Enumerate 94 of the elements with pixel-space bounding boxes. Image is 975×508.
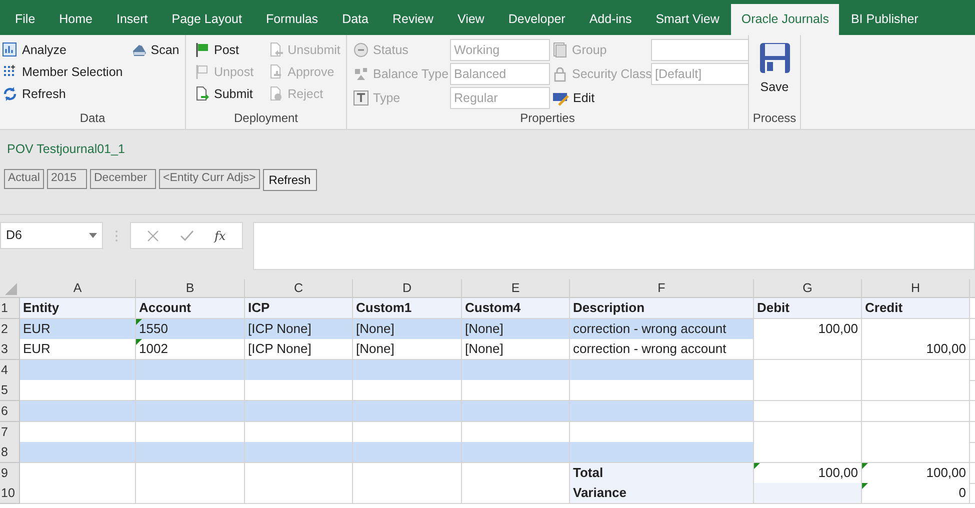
insert-function-button[interactable]: fx xyxy=(214,226,226,244)
table-cell: EUR xyxy=(20,339,136,360)
row-header[interactable]: 5 xyxy=(0,380,20,402)
minus-circle-icon xyxy=(353,42,369,58)
table-cell: 100,00 xyxy=(862,462,970,484)
pov-member-field[interactable]: <Entity Curr Adjs> xyxy=(159,169,260,189)
ribbon-tab[interactable]: BI Publisher xyxy=(840,4,928,35)
vertical-dots-icon xyxy=(115,230,118,242)
row-header[interactable]: 7 xyxy=(0,422,20,443)
table-cell: 100,00 xyxy=(862,339,970,360)
table-cell: [ICP None] xyxy=(245,318,353,340)
group-label: Data xyxy=(78,110,106,127)
field-label: Security Class xyxy=(552,63,649,85)
pov-title: POV Testjournal01_1 xyxy=(7,141,126,158)
close-icon xyxy=(147,230,160,242)
ribbon-button[interactable]: Submit xyxy=(194,83,254,105)
table-cell: correction - wrong account xyxy=(570,318,754,340)
table-cell: [None] xyxy=(353,318,462,340)
name-box[interactable]: D6 xyxy=(0,222,103,249)
row-header[interactable]: 1 xyxy=(0,298,20,319)
table-cell: correction - wrong account xyxy=(570,339,754,360)
ribbon-button[interactable]: Refresh xyxy=(2,83,123,105)
row-header[interactable]: 6 xyxy=(0,400,20,422)
chart-grid-icon xyxy=(2,42,18,58)
table-cell: ICP xyxy=(245,298,353,319)
field-label: Type xyxy=(353,87,448,109)
table-cell: [None] xyxy=(462,339,570,360)
document-block-icon xyxy=(268,86,284,102)
ribbon-tab[interactable]: Insert xyxy=(106,4,158,35)
row-header[interactable]: 8 xyxy=(0,442,20,464)
ribbon-tab[interactable]: Oracle Journals xyxy=(731,4,839,35)
table-cell: 100,00 xyxy=(754,462,862,484)
field-label: Status xyxy=(353,39,448,61)
refresh-button[interactable]: Refresh xyxy=(262,169,317,191)
text-field[interactable] xyxy=(651,39,749,61)
table-cell: Debit xyxy=(754,298,862,319)
dropdown-caret-icon xyxy=(89,233,97,238)
table-cell: EUR xyxy=(20,318,136,340)
table-cell: [None] xyxy=(462,318,570,340)
ribbon-tab[interactable]: File xyxy=(5,4,46,35)
ribbon-tab[interactable]: View xyxy=(447,4,494,35)
group-label: Deployment xyxy=(232,110,300,127)
table-cell: [ICP None] xyxy=(245,339,353,360)
table-cell: Description xyxy=(570,298,754,319)
pov-member-field[interactable]: Actual xyxy=(4,169,44,189)
pages-icon xyxy=(552,42,568,58)
table-cell: Credit xyxy=(862,298,970,319)
ribbon-tab[interactable]: Formulas xyxy=(256,4,328,35)
ribbon-tab[interactable]: Smart View xyxy=(646,4,730,35)
document-arrow-icon xyxy=(194,86,210,102)
edit-button[interactable]: Edit xyxy=(552,87,649,109)
row-header[interactable]: 9 xyxy=(0,462,20,484)
padlock-icon xyxy=(552,66,568,82)
ribbon-tab[interactable]: Data xyxy=(332,4,378,35)
empty-flag-icon xyxy=(194,64,210,80)
table-cell: Total xyxy=(570,462,754,484)
table-cell: Custom4 xyxy=(462,298,570,319)
field-label: Balance Type xyxy=(353,63,448,85)
pencil-box-icon xyxy=(552,90,570,106)
row-header[interactable]: 3 xyxy=(0,339,20,360)
checkmark-icon xyxy=(180,230,194,242)
table-cell: Account xyxy=(136,298,245,319)
flag-icon xyxy=(194,42,210,58)
table-cell: Custom1 xyxy=(353,298,462,319)
pov-member-field[interactable]: 2015 xyxy=(47,169,87,189)
ribbon-tab[interactable]: Review xyxy=(382,4,444,35)
group-label: Process xyxy=(752,110,798,127)
refresh-icon xyxy=(2,86,18,102)
table-cell: 1550 xyxy=(136,318,245,340)
field-label: Group xyxy=(552,39,649,61)
save-button[interactable]: Save xyxy=(749,39,800,109)
ribbon-button[interactable]: Member Selection xyxy=(2,61,123,83)
ribbon-tab[interactable]: Add-ins xyxy=(579,4,642,35)
ribbon-tab[interactable]: Home xyxy=(49,4,102,35)
formula-input-field[interactable] xyxy=(253,222,975,270)
scanner-icon xyxy=(130,42,147,58)
table-cell: [None] xyxy=(353,339,462,360)
row-header[interactable]: 4 xyxy=(0,360,20,381)
document-stamp-icon xyxy=(268,64,284,80)
ribbon-button[interactable]: Analyze xyxy=(2,39,123,61)
table-cell: Variance xyxy=(570,483,754,504)
table-cell: 1002 xyxy=(136,339,245,360)
row-header[interactable]: 10 xyxy=(0,483,20,504)
row-header[interactable]: 2 xyxy=(0,318,20,340)
ribbon-button[interactable]: Scan xyxy=(130,39,180,61)
table-cell: Entity xyxy=(20,298,136,319)
text-icon xyxy=(353,90,369,106)
group-label: Properties xyxy=(519,110,576,127)
document-back-icon xyxy=(268,42,284,58)
ribbon-tab[interactable]: Developer xyxy=(498,4,576,35)
ribbon-tab[interactable]: Page Layout xyxy=(162,4,252,35)
table-cell: 0 xyxy=(862,483,970,504)
ribbon-button[interactable]: Post xyxy=(194,39,254,61)
pov-member-field[interactable]: December xyxy=(90,169,156,189)
